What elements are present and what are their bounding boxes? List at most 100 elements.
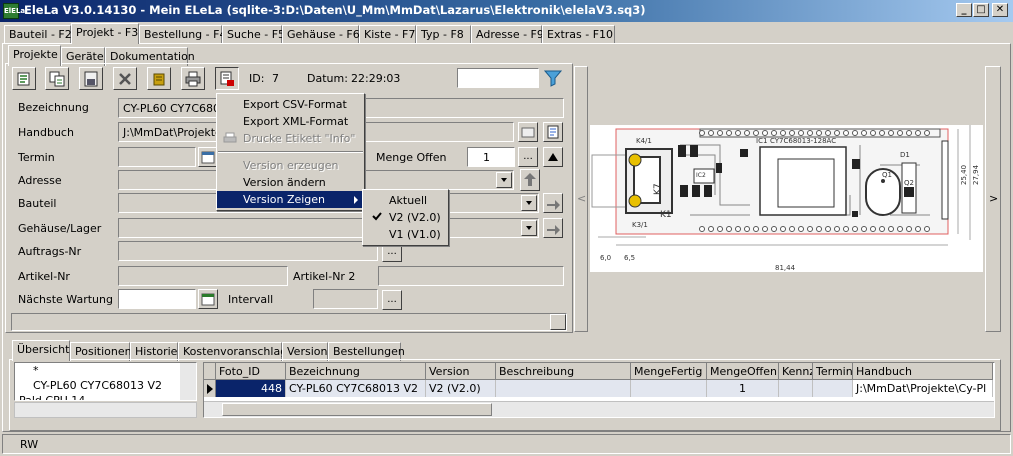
pcb-pin bbox=[807, 226, 813, 232]
grid-hscrollbar[interactable] bbox=[204, 401, 994, 417]
main-tab-0[interactable]: Bauteil - F2 bbox=[4, 25, 72, 44]
pcb-dim-65: 6,5 bbox=[624, 254, 635, 262]
adresse-label: Adresse bbox=[18, 174, 62, 187]
copy-icon bbox=[49, 71, 65, 87]
tree-item[interactable]: CY-PL60 CY7C68013 V2 bbox=[33, 379, 162, 392]
bottom-tab-0[interactable]: Übersicht bbox=[12, 340, 70, 361]
menu-export-xml[interactable]: Export XML-Format bbox=[217, 113, 364, 130]
grid-col-header[interactable]: Termin bbox=[813, 363, 853, 380]
grid-col-header[interactable]: Foto_ID bbox=[216, 363, 286, 380]
main-tab-7[interactable]: Adresse - F9 bbox=[471, 25, 544, 44]
main-tab-3[interactable]: Suche - F5 bbox=[222, 25, 285, 44]
pcb-pin bbox=[726, 226, 732, 232]
pcb-image: K4/1 K3/1 K7 K1 IC1 CY7C68013-128AC IC2 … bbox=[590, 125, 983, 272]
grid-scroll-thumb[interactable] bbox=[222, 403, 492, 416]
pcb-pin bbox=[915, 226, 921, 232]
grid-cell[interactable]: 448 bbox=[216, 380, 286, 397]
new-project-button[interactable] bbox=[12, 67, 36, 90]
grid-cell[interactable]: CY-PL60 CY7C68013 V2 bbox=[286, 380, 426, 397]
grid-col-header[interactable]: Kennz bbox=[779, 363, 813, 380]
wartung-field[interactable] bbox=[118, 289, 196, 309]
grid-col-header[interactable]: Beschreibung bbox=[496, 363, 631, 380]
open-project-button[interactable] bbox=[79, 67, 103, 90]
menu-version-show[interactable]: Version Zeigen bbox=[217, 191, 364, 208]
grid-cell[interactable]: 1 bbox=[707, 380, 779, 397]
artikel2-field[interactable] bbox=[378, 266, 564, 286]
bauteil-goto-button[interactable] bbox=[543, 193, 563, 213]
calendar-button[interactable] bbox=[198, 147, 218, 167]
id-value: 7 bbox=[272, 72, 279, 85]
submenu-v1[interactable]: V1 (V1.0) bbox=[363, 226, 448, 243]
tree-item[interactable]: Pald CPU 14 bbox=[19, 394, 85, 400]
submenu-aktuell[interactable]: Aktuell bbox=[363, 192, 448, 209]
main-tab-4[interactable]: Gehäuse - F6 bbox=[282, 25, 360, 44]
delete-button[interactable] bbox=[113, 67, 137, 90]
pcb-pin bbox=[780, 130, 786, 136]
grid-corner bbox=[204, 363, 216, 380]
adresse-dropdown[interactable] bbox=[496, 172, 512, 188]
grid-cell[interactable] bbox=[631, 380, 707, 397]
main-tab-5[interactable]: Kiste - F7 bbox=[359, 25, 416, 44]
up-arrow-button[interactable] bbox=[543, 147, 563, 167]
wartung-calendar-button[interactable] bbox=[198, 289, 218, 309]
grid-col-header[interactable]: MengeOffen bbox=[707, 363, 779, 380]
main-tab-2[interactable]: Bestellung - F4 bbox=[139, 25, 226, 44]
table-row[interactable]: 448 CY-PL60 CY7C68013 V2 V2 (V2.0) 1 J:\MmDa… bbox=[204, 380, 993, 397]
grid-col-header[interactable]: Bezeichnung bbox=[286, 363, 426, 380]
maximize-button[interactable]: □ bbox=[973, 3, 989, 17]
version-submenu: Aktuell V2 (V2.0) V1 (V1.0) bbox=[362, 189, 449, 246]
edit-button[interactable] bbox=[147, 67, 171, 90]
pcb-pin bbox=[771, 130, 777, 136]
copy-project-button[interactable] bbox=[45, 67, 69, 90]
grid-col-header[interactable]: Version bbox=[426, 363, 496, 380]
main-tab-1[interactable]: Projekt - F3 bbox=[71, 23, 139, 44]
gehaeuse-dropdown[interactable] bbox=[521, 220, 537, 236]
folder-icon bbox=[521, 127, 535, 138]
termin-field[interactable] bbox=[118, 147, 196, 167]
close-button[interactable]: ✕ bbox=[992, 3, 1008, 17]
tree-scrollbar[interactable] bbox=[180, 363, 196, 400]
menge-offen-field[interactable]: 1 bbox=[467, 147, 515, 167]
menu-export-csv[interactable]: Export CSV-Format bbox=[217, 96, 364, 113]
notes-field[interactable] bbox=[11, 313, 567, 331]
project-tree[interactable]: * CY-PL60 CY7C68013 V2 Pald CPU 14 bbox=[14, 362, 197, 401]
handbuch-browse-button[interactable] bbox=[518, 122, 538, 142]
bauteil-dropdown[interactable] bbox=[521, 195, 537, 211]
pcb-pin bbox=[861, 130, 867, 136]
pcb-dim-6: 6,0 bbox=[600, 254, 611, 262]
menge-offen-button[interactable]: ... bbox=[518, 147, 538, 167]
auftrags-field[interactable] bbox=[118, 241, 378, 261]
pcb-pin bbox=[708, 226, 714, 232]
filter-input[interactable] bbox=[457, 68, 539, 88]
gehaeuse-field[interactable] bbox=[118, 218, 539, 238]
sub-tab-0[interactable]: Projekte bbox=[8, 45, 61, 66]
grid-cell[interactable] bbox=[813, 380, 853, 397]
image-prev-label: < bbox=[577, 192, 587, 205]
menu-version-create[interactable]: Version erzeugen bbox=[217, 157, 364, 174]
grid-col-header[interactable]: MengeFertig bbox=[631, 363, 707, 380]
main-tab-8[interactable]: Extras - F10 bbox=[542, 25, 615, 44]
handbuch-open-button[interactable] bbox=[543, 122, 563, 142]
grid-cell[interactable] bbox=[779, 380, 813, 397]
menu-version-change[interactable]: Version ändern bbox=[217, 174, 364, 191]
notes-scroll-button[interactable] bbox=[550, 314, 566, 330]
gehaeuse-goto-button[interactable] bbox=[543, 218, 563, 238]
adresse-goto-button[interactable] bbox=[520, 169, 540, 191]
minimize-button[interactable]: _ bbox=[956, 3, 972, 17]
menu-print-label[interactable]: Drucke Etikett "Info" bbox=[217, 130, 364, 147]
tree-hscrollbar[interactable] bbox=[14, 402, 197, 418]
grid-cell[interactable]: J:\MmDat\Projekte\Cy-Pl bbox=[853, 380, 993, 397]
intervall-field[interactable] bbox=[313, 289, 378, 309]
grid-cell[interactable] bbox=[496, 380, 631, 397]
grid-col-header[interactable]: Handbuch bbox=[853, 363, 993, 380]
filter-button[interactable] bbox=[542, 67, 564, 89]
intervall-button[interactable]: ... bbox=[382, 290, 402, 310]
submenu-v2[interactable]: V2 (V2.0) bbox=[363, 209, 448, 226]
export-menu-button[interactable] bbox=[215, 67, 239, 90]
tree-item[interactable]: * bbox=[33, 364, 39, 377]
document-icon bbox=[84, 71, 98, 87]
grid-cell[interactable]: V2 (V2.0) bbox=[426, 380, 496, 397]
artikel-field[interactable] bbox=[118, 266, 288, 286]
main-tab-6[interactable]: Typ - F8 bbox=[416, 25, 471, 44]
print-button[interactable] bbox=[181, 67, 205, 90]
